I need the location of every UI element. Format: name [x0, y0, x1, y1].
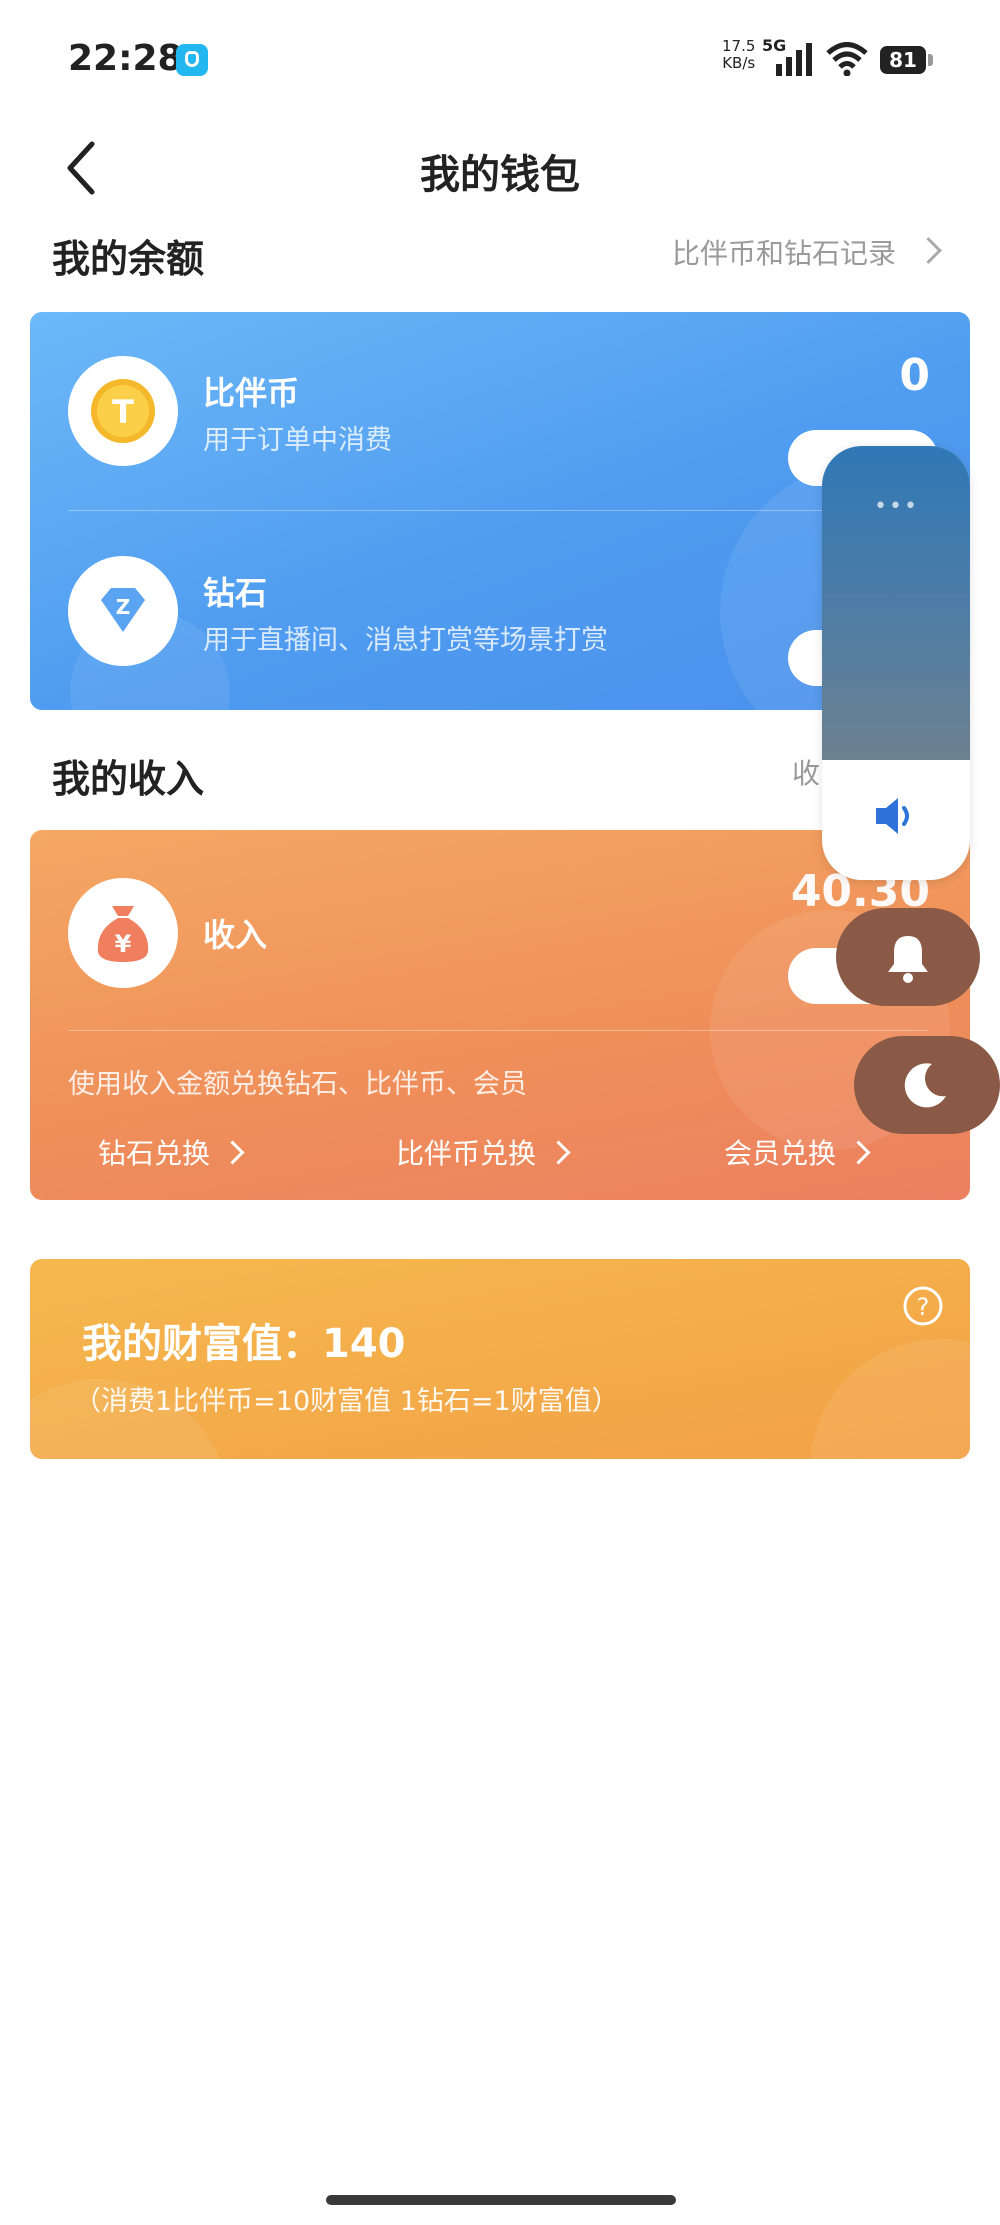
record-link-label: 比伴币和钻石记录 [672, 237, 897, 270]
svg-text:?: ? [917, 1293, 930, 1321]
chevron-right-icon [846, 1139, 871, 1165]
money-bag-icon-wrap: ¥ [68, 878, 178, 988]
chevron-right-icon [546, 1139, 571, 1165]
income-section-title: 我的收入 [52, 757, 205, 801]
vip-exchange-link[interactable]: 会员兑换 [724, 1132, 871, 1172]
moon-icon [904, 1063, 946, 1108]
income-name: 收入 [203, 916, 268, 954]
bell-icon [888, 936, 928, 983]
battery-icon: 81 [880, 46, 926, 74]
diamond-name: 钻石 [203, 574, 268, 612]
diamond-icon-wrap: Z [68, 556, 178, 666]
svg-text:T: T [112, 393, 134, 431]
net-speed-unit: KB/s [722, 54, 756, 72]
income-record-link[interactable]: 收 [792, 752, 820, 792]
network-speed: 17.5 KB/s [722, 38, 755, 72]
diamond-icon: Z [101, 588, 145, 632]
coin-desc: 用于订单中消费 [203, 425, 392, 456]
wealth-card: 我的财富值：140 （消费1比伴币=10财富值 1钻石=1财富值） ? [30, 1259, 970, 1459]
wealth-note: （消费1比伴币=10财富值 1钻石=1财富值） [74, 1386, 619, 1417]
diamond-exchange-label: 钻石兑换 [98, 1137, 211, 1170]
svg-text:¥: ¥ [115, 930, 132, 958]
diamond-desc: 用于直播间、消息打赏等场景打赏 [203, 625, 608, 656]
app-notification-icon [176, 44, 208, 76]
record-link[interactable]: 比伴币和钻石记录 [672, 232, 942, 272]
page-title: 我的钱包 [420, 152, 580, 198]
notification-toggle[interactable] [836, 908, 980, 1006]
wealth-title: 我的财富值：140 [82, 1321, 406, 1367]
volume-slider[interactable]: ••• [822, 446, 970, 880]
coin-icon-wrap: T [68, 356, 178, 466]
battery-cap [928, 54, 933, 66]
home-indicator[interactable] [326, 2195, 676, 2205]
dark-mode-toggle[interactable] [854, 1036, 1000, 1134]
coin-exchange-label: 比伴币兑换 [396, 1137, 537, 1170]
income-hint: 使用收入金额兑换钻石、比伴币、会员 [68, 1069, 527, 1100]
coin-icon: T [91, 379, 155, 443]
income-card: ¥ 收入 40.30 提 使用收入金额兑换钻石、比伴币、会员 钻石兑换 比伴币兑… [30, 830, 970, 1200]
svg-text:Z: Z [116, 595, 131, 619]
question-circle-icon[interactable]: ? [902, 1285, 944, 1327]
net-speed-value: 17.5 [722, 37, 756, 55]
coin-name: 比伴币 [203, 374, 300, 412]
vip-exchange-label: 会员兑换 [724, 1137, 837, 1170]
diamond-exchange-link[interactable]: 钻石兑换 [98, 1132, 245, 1172]
coin-value: 0 [899, 350, 930, 401]
coin-exchange-link[interactable]: 比伴币兑换 [396, 1132, 571, 1172]
money-bag-icon: ¥ [97, 906, 149, 962]
wifi-icon [826, 42, 868, 76]
drag-handle-icon[interactable]: ••• [874, 494, 919, 519]
balance-section-title: 我的余额 [52, 237, 205, 281]
speaker-icon[interactable] [866, 786, 926, 846]
chevron-right-icon [220, 1139, 245, 1165]
status-time: 22:28 [68, 38, 183, 79]
signal-icon [776, 43, 812, 76]
chevron-right-icon [914, 237, 942, 264]
